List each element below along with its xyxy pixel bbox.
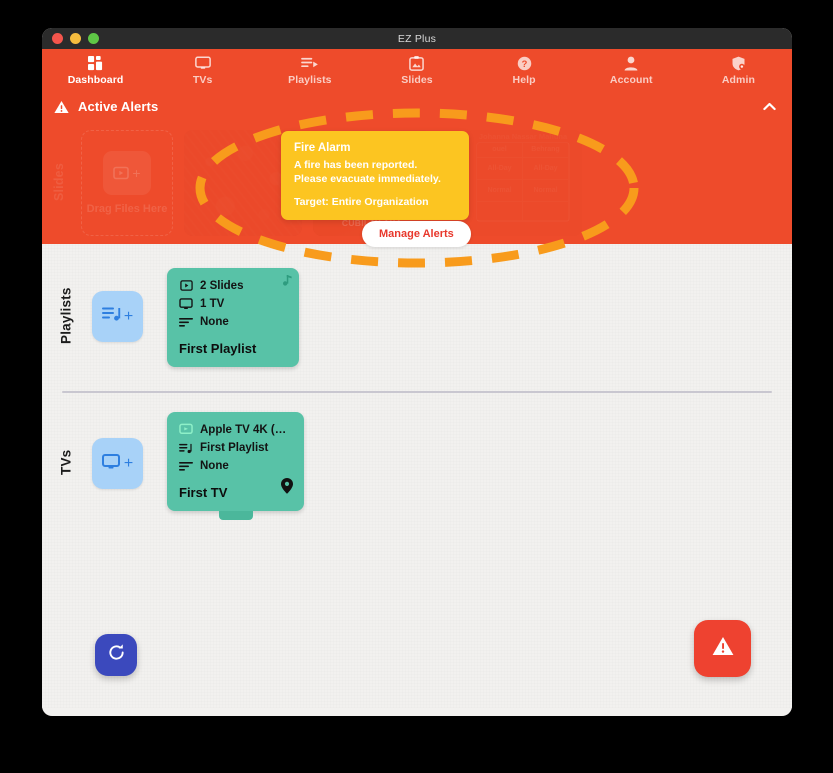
fire-alarm-title: Fire Alarm [294,142,351,154]
manage-alerts-button[interactable]: Manage Alerts [362,221,471,247]
nav-label-dashboard: Dashboard [67,73,124,86]
add-playlist-icon [101,306,122,327]
dropzone-label: Drag Files Here [86,202,168,215]
add-slide-icon: + [103,150,151,195]
image-clipboard-icon [409,55,425,71]
add-tv-icon [101,453,122,475]
playlists-rail-label: Playlists [58,287,74,345]
warning-triangle-icon [712,636,734,661]
slides-dropzone[interactable]: + Drag Files Here [81,129,173,236]
nav-label-slides: Slides [401,73,433,86]
tv-card-name: First TV [179,485,228,500]
add-tv-button[interactable]: + [92,438,143,489]
playlist-card[interactable]: 2 Slides 1 TV None First Playlist [167,268,299,367]
nav-item-slides[interactable]: Slides [363,49,470,92]
fire-alarm-card[interactable]: Fire Alarm A fire has been reported. Ple… [281,131,469,220]
location-pin-icon[interactable] [281,478,293,499]
emergency-alert-button[interactable] [694,620,751,677]
warning-triangle-icon [54,100,69,114]
playlists-row: Playlists + 2 Slides 1 TV None First Pla… [42,244,792,367]
slide-icon [179,279,193,292]
playlist-schedule: None [200,316,229,328]
fire-alarm-line-2: Please evacuate immediately. [294,173,441,186]
plus-icon: + [123,307,134,325]
dashboard-body: Playlists + 2 Slides 1 TV None First Pla… [42,244,792,708]
playlist-card-name: First Playlist [179,341,257,356]
active-alerts-header[interactable]: Active Alerts [42,92,792,121]
nav-item-dashboard[interactable]: Dashboard [42,49,149,92]
tv-card-line: First Playlist [179,442,293,454]
question-circle-icon: ? [517,56,532,71]
music-note-icon [283,273,292,291]
tv-schedule: None [200,460,229,472]
window-titlebar: EZ Plus [42,28,792,49]
nav-label-tvs: TVs [192,73,213,86]
nav-item-tvs[interactable]: TVs [149,49,256,92]
playlist-icon [301,56,319,71]
refresh-icon [107,643,126,667]
refresh-button[interactable] [95,634,137,676]
tv-stand [218,511,253,520]
shield-gear-icon [731,56,746,71]
monitor-icon [194,56,211,71]
fire-alarm-line-1: A fire has been reported. [294,159,418,171]
person-icon [624,56,638,71]
list-icon [179,317,193,327]
playlist-slides-count: 2 Slides [200,279,244,292]
tv-card[interactable]: Apple TV 4K (… First Playlist None First… [167,412,304,520]
svg-text:?: ? [521,58,527,68]
nav-item-account[interactable]: Account [578,49,685,92]
chevron-up-icon[interactable] [760,98,778,116]
nav-label-admin: Admin [721,73,755,86]
nav-item-playlists[interactable]: Playlists [256,49,363,92]
tv-device-name: Apple TV 4K (… [200,423,287,436]
tv-card-line: Apple TV 4K (… [179,423,293,436]
add-playlist-button[interactable]: + [92,291,143,342]
active-alerts-label: Active Alerts [78,99,159,114]
list-icon [179,461,193,471]
monitor-icon [179,298,193,310]
apple-tv-icon [179,423,193,436]
tvs-rail-label: TVs [58,449,74,475]
dashboard-grid-icon [88,55,103,71]
slides-rail-label: Slides [52,163,66,202]
tvs-row: TVs + Apple TV 4K (… First Playlist None… [42,393,792,520]
playlist-tv-count: 1 TV [200,298,225,310]
tv-playlist-name: First Playlist [200,442,269,454]
plus-icon: + [123,454,134,472]
screenshot-root: EZ Plus Dashboard TVs Playlists Slides ?… [0,0,833,773]
nav-label-playlists: Playlists [288,73,332,86]
window-title: EZ Plus [397,32,437,45]
slide-thumbnail[interactable]: Johanna Nassar Mahuna ouel Behrang All-D… [464,129,582,236]
nav-item-admin[interactable]: Admin [685,49,792,92]
playlist-card-line: 1 TV [179,298,288,310]
nav-label-help: Help [512,73,536,86]
nav-item-help[interactable]: ? Help [471,49,578,92]
playlist-card-line: 2 Slides [179,279,288,292]
nav-label-account: Account [609,73,653,86]
main-navbar: Dashboard TVs Playlists Slides ? Help Ac… [42,49,792,92]
playlist-icon [179,443,193,454]
fire-alarm-target: Target: Entire Organization [294,195,429,208]
playlist-card-line: None [179,316,288,328]
tv-card-line: None [179,460,293,472]
